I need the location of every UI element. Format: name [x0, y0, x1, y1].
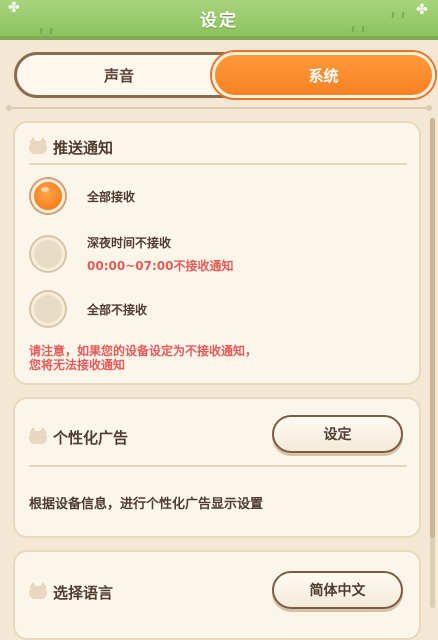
personalized-ads-card: 个性化广告 设定 根据设备信息，进行个性化广告显示设置 — [13, 397, 421, 538]
card-title: 个性化广告 — [53, 429, 129, 447]
language-card: 选择语言 简体中文 — [13, 550, 421, 640]
push-notification-card: 推送通知 全部接收 深夜时间不接收 00:00~07:00不接收通知 全部不接收… — [13, 121, 421, 385]
divider — [10, 107, 428, 109]
radio-button[interactable] — [31, 179, 65, 213]
option-label: 全部接收 — [87, 189, 136, 204]
card-header: 个性化广告 — [29, 427, 128, 448]
ads-description: 根据设备信息，进行个性化广告显示设置 — [29, 497, 264, 512]
card-title: 选择语言 — [53, 584, 114, 602]
divider — [29, 465, 407, 467]
language-select-button[interactable]: 简体中文 — [272, 571, 403, 609]
option-label: 全部不接收 — [87, 302, 148, 317]
page-title: 设定 — [200, 11, 238, 31]
header-bar: ✤ ✤ 设定 — [0, 0, 438, 40]
ads-settings-button[interactable]: 设定 — [272, 415, 403, 453]
cat-icon — [29, 582, 47, 599]
option-label: 深夜时间不接收 — [87, 236, 172, 250]
tab-sound[interactable]: 声音 — [14, 52, 224, 98]
option-no-late-night[interactable]: 深夜时间不接收 00:00~07:00不接收通知 — [31, 234, 233, 274]
warning-line: 您将无法接收通知 — [29, 358, 126, 372]
card-title: 推送通知 — [53, 139, 114, 157]
option-receive-all[interactable]: 全部接收 — [31, 179, 135, 213]
radio-button[interactable] — [31, 237, 65, 271]
card-header: 推送通知 — [29, 137, 113, 158]
scrollbar[interactable] — [430, 118, 435, 608]
notification-warning: 请注意，如果您的设备设定为不接收通知， 您将无法接收通知 — [29, 344, 257, 372]
cat-icon — [29, 137, 47, 154]
scrollbar-thumb[interactable] — [430, 118, 435, 538]
tab-system[interactable]: 系统 — [212, 52, 435, 98]
radio-button[interactable] — [31, 292, 65, 326]
card-header: 选择语言 — [29, 582, 113, 603]
warning-line: 请注意，如果您的设备设定为不接收通知， — [29, 344, 258, 358]
divider-dot — [6, 105, 12, 111]
option-note: 00:00~07:00不接收通知 — [87, 259, 234, 273]
settings-tabs: 声音 系统 — [14, 52, 435, 98]
divider — [29, 163, 407, 165]
cat-icon — [29, 427, 47, 444]
option-receive-none[interactable]: 全部不接收 — [31, 292, 147, 326]
divider-dot — [426, 105, 432, 111]
